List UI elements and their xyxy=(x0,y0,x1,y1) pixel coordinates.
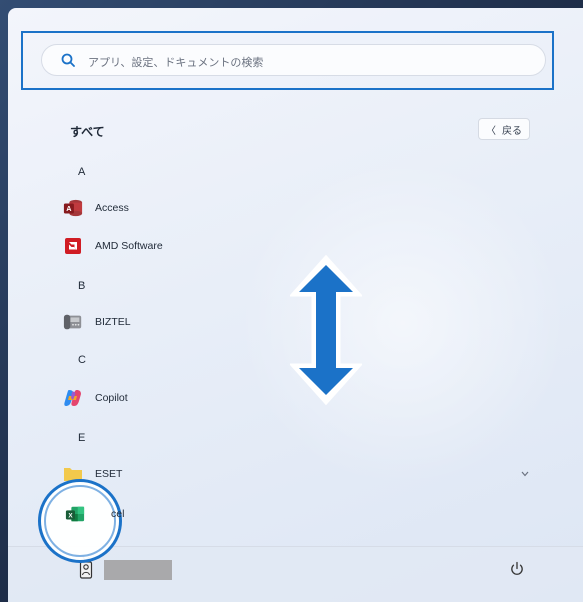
amd-software-icon xyxy=(63,236,83,256)
biztel-icon xyxy=(63,312,83,332)
app-label: cel xyxy=(111,508,125,520)
search-icon xyxy=(61,53,75,67)
group-letter-a[interactable]: A xyxy=(78,166,85,178)
search-placeholder: アプリ、設定、ドキュメントの検索 xyxy=(88,57,264,69)
app-label: BIZTEL xyxy=(95,316,131,328)
chevron-left-icon: 〈 xyxy=(486,125,496,137)
all-apps-title: すべて xyxy=(70,125,105,139)
group-letter-e[interactable]: E xyxy=(78,432,85,444)
back-button-label: 戻る xyxy=(502,125,522,137)
svg-text:X: X xyxy=(68,513,73,520)
start-menu-panel: アプリ、設定、ドキュメントの検索 すべて 〈 戻る A A Access AMD… xyxy=(8,8,583,602)
list-item-eset-folder[interactable]: ESET xyxy=(63,461,523,487)
chevron-down-icon[interactable] xyxy=(521,469,529,480)
search-input[interactable]: アプリ、設定、ドキュメントの検索 xyxy=(41,44,546,76)
svg-text:A: A xyxy=(66,204,72,213)
list-item-excel[interactable]: X cel xyxy=(65,501,265,527)
access-icon: A xyxy=(63,198,83,218)
user-name-redacted[interactable] xyxy=(104,560,172,580)
power-icon[interactable] xyxy=(509,561,525,577)
app-label: Access xyxy=(95,202,129,214)
list-item-access[interactable]: A Access xyxy=(63,195,523,221)
vertical-double-arrow-icon xyxy=(290,255,362,405)
app-label: AMD Software xyxy=(95,240,163,252)
app-label: ESET xyxy=(95,468,123,480)
group-letter-c[interactable]: C xyxy=(78,354,86,366)
copilot-icon xyxy=(63,388,83,408)
excel-icon: X xyxy=(65,504,85,524)
app-label: Copilot xyxy=(95,392,128,404)
group-letter-b[interactable]: B xyxy=(78,280,85,292)
back-button[interactable]: 〈 戻る xyxy=(478,118,530,140)
